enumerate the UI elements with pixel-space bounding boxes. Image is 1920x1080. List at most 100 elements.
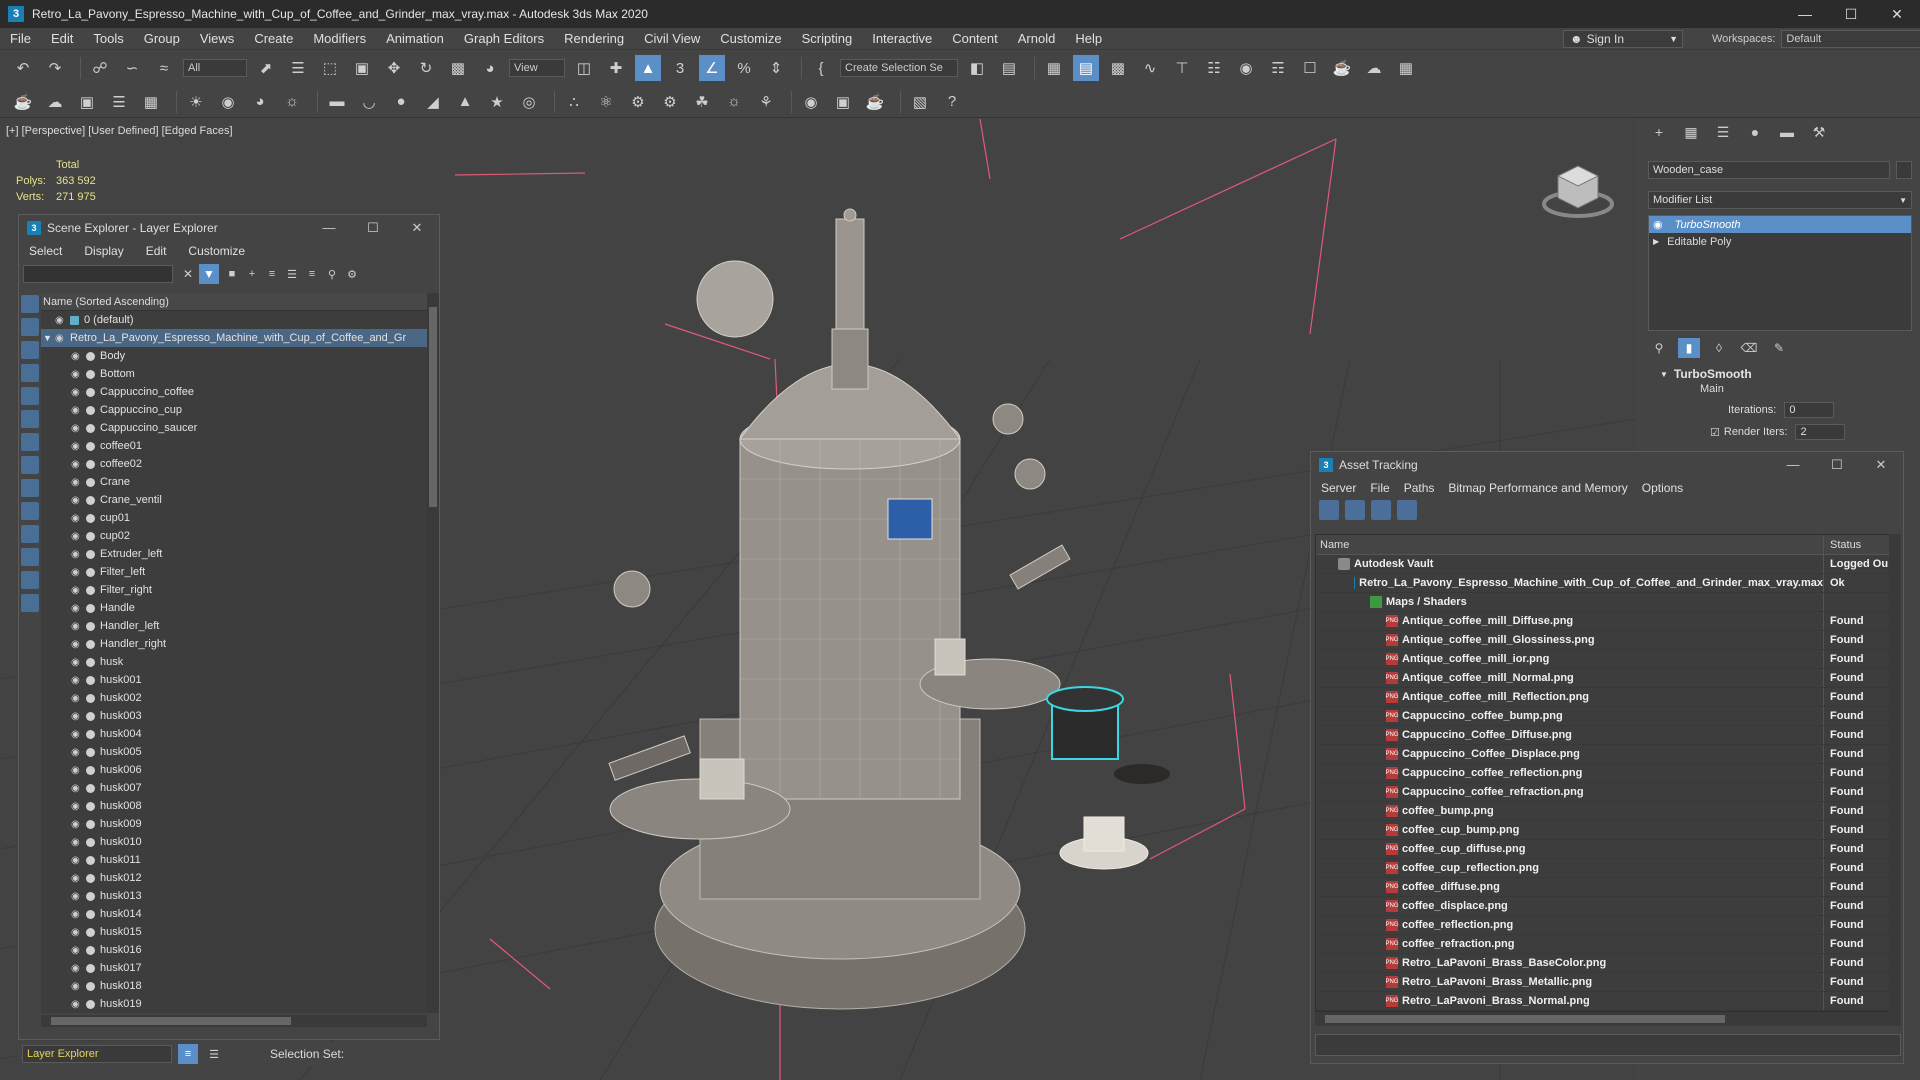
eye-icon[interactable]: ◉ [71,639,83,650]
minimize-icon[interactable]: — [307,220,351,236]
eye-icon[interactable]: ◉ [71,891,83,902]
maximize-icon[interactable]: ☐ [1828,0,1874,28]
gear-icon[interactable]: ⚙ [657,89,683,115]
pin-stack-icon[interactable]: ⚲ [1648,338,1670,358]
display-invert-icon[interactable] [21,571,39,589]
eye-icon[interactable]: ◉ [71,747,83,758]
expand-arrow-icon[interactable]: ▼ [43,333,55,343]
render-production-icon[interactable]: ☕ [1329,55,1355,81]
horizontal-scrollbar[interactable] [41,1015,427,1027]
render-setup-icon[interactable]: ☶ [1265,55,1291,81]
make-unique-icon[interactable]: ◊ [1708,338,1730,358]
at-menu-bitmap[interactable]: Bitmap Performance and Memory [1448,481,1627,495]
curve-editor-icon[interactable]: ∿ [1137,55,1163,81]
eye-icon[interactable]: ◉ [71,675,83,686]
keyboard-shortcut-icon[interactable]: ▲ [635,55,661,81]
se-menu-customize[interactable]: Customize [188,244,245,258]
material-editor-icon[interactable]: ◉ [1233,55,1259,81]
display-none-icon[interactable] [21,548,39,566]
eye-icon[interactable]: ◉ [71,945,83,956]
scene-explorer-icon[interactable]: ▤ [1073,55,1099,81]
tree-object-row[interactable]: ◉ Cappuccino_saucer [41,419,427,437]
eye-icon[interactable]: ◉ [71,783,83,794]
export-icon[interactable]: ▧ [907,89,933,115]
table-row[interactable]: PNG Antique_coffee_mill_Normal.png Found [1316,669,1900,688]
lock-icon[interactable]: ■ [223,265,241,283]
teapot-render-icon[interactable]: ☕ [862,89,888,115]
tree-object-row[interactable]: ◉ husk004 [41,725,427,743]
sun-icon[interactable]: ☼ [279,89,305,115]
rect-selection-icon[interactable]: ⬚ [317,55,343,81]
layers-toggle-icon[interactable]: ≡ [178,1044,198,1064]
tree-object-row[interactable]: ◉ husk007 [41,779,427,797]
layer-manager-icon[interactable]: ▦ [1041,55,1067,81]
display-bones-icon[interactable] [21,479,39,497]
menu-arnold[interactable]: Arnold [1008,31,1066,46]
close-icon[interactable]: ✕ [1859,457,1903,473]
eye-icon[interactable]: ◉ [71,369,83,380]
eye-icon[interactable]: ◉ [71,351,83,362]
hierarchy-icon[interactable]: ☰ [283,265,301,283]
table-row[interactable]: Maps / Shaders [1316,593,1900,612]
menu-modifiers[interactable]: Modifiers [303,31,376,46]
tree-object-row[interactable]: ◉ husk002 [41,689,427,707]
eye-icon[interactable]: ◉ [71,567,83,578]
schematic-view-icon[interactable]: ☷ [1201,55,1227,81]
fur-icon[interactable]: ⚘ [753,89,779,115]
tree-object-row[interactable]: ◉ husk018 [41,977,427,995]
dope-sheet-icon[interactable]: ⊤ [1169,55,1195,81]
eye-icon[interactable]: ◉ [71,729,83,740]
table-row[interactable]: PNG coffee_cup_reflection.png Found [1316,859,1900,878]
tree-object-row[interactable]: ◉ Handler_left [41,617,427,635]
display-tab-icon[interactable]: ▬ [1774,121,1800,143]
object-name-field[interactable]: Wooden_case [1648,161,1890,179]
pivot-center-icon[interactable]: ◫ [571,55,597,81]
thumbnail-view-icon[interactable] [1371,500,1391,520]
tree-object-row[interactable]: ◉ husk001 [41,671,427,689]
filter-icon[interactable]: ▼ [199,264,219,284]
sign-in-dropdown[interactable]: ☻ Sign In ▼ [1563,30,1683,48]
at-menu-options[interactable]: Options [1642,481,1683,495]
menu-create[interactable]: Create [244,31,303,46]
sphere-light-icon[interactable]: ◕ [247,89,273,115]
display-shapes-icon[interactable] [21,318,39,336]
at-menu-file[interactable]: File [1370,481,1389,495]
display-helpers-icon[interactable] [21,387,39,405]
molecule-icon[interactable]: ⚛ [593,89,619,115]
unlink-icon[interactable]: ∽ [119,55,145,81]
tree-object-row[interactable]: ◉ Extruder_left [41,545,427,563]
tree-object-row[interactable]: ◉ Bottom [41,365,427,383]
modify-tab-icon[interactable]: ▦ [1678,121,1704,143]
eye-icon[interactable]: ◉ [55,315,67,326]
eye-icon[interactable]: ◉ [71,801,83,812]
scale-icon[interactable]: ▩ [445,55,471,81]
expand-arrow-icon[interactable]: ▶ [1653,237,1659,246]
snap-toggle-icon[interactable]: 3 [667,55,693,81]
reference-coord-select[interactable]: View [509,59,565,77]
table-row[interactable]: PNG coffee_refraction.png Found [1316,935,1900,954]
display-lights-icon[interactable] [21,341,39,359]
menu-customize[interactable]: Customize [710,31,791,46]
tree-object-row[interactable]: ◉ Crane_ventil [41,491,427,509]
hierarchy-tab-icon[interactable]: ☰ [1710,121,1736,143]
render-iters-checkbox[interactable]: ☑ [1710,426,1720,439]
new-layer-icon[interactable]: + [243,265,261,283]
menu-interactive[interactable]: Interactive [862,31,942,46]
tree-object-row[interactable]: ◉ husk009 [41,815,427,833]
eye-icon[interactable]: ◉ [71,819,83,830]
tree-layer-row[interactable]: ◉ 0 (default) [41,311,427,329]
explorer-mode-select[interactable]: Layer Explorer [22,1045,172,1063]
tree-object-row[interactable]: ◉ husk010 [41,833,427,851]
plant-icon[interactable]: ☘ [689,89,715,115]
list-icon[interactable]: ☰ [106,89,132,115]
se-menu-display[interactable]: Display [84,244,123,258]
move-icon[interactable]: ✥ [381,55,407,81]
options-icon[interactable]: ⚙ [343,265,361,283]
table-row[interactable]: PNG coffee_displace.png Found [1316,897,1900,916]
table-icon[interactable]: ▦ [138,89,164,115]
display-xrefs-icon[interactable] [21,456,39,474]
close-icon[interactable]: ✕ [395,220,439,236]
tree-object-row[interactable]: ◉ Cappuccino_cup [41,401,427,419]
align-icon[interactable]: ▤ [996,55,1022,81]
eye-icon[interactable]: ◉ [71,405,83,416]
